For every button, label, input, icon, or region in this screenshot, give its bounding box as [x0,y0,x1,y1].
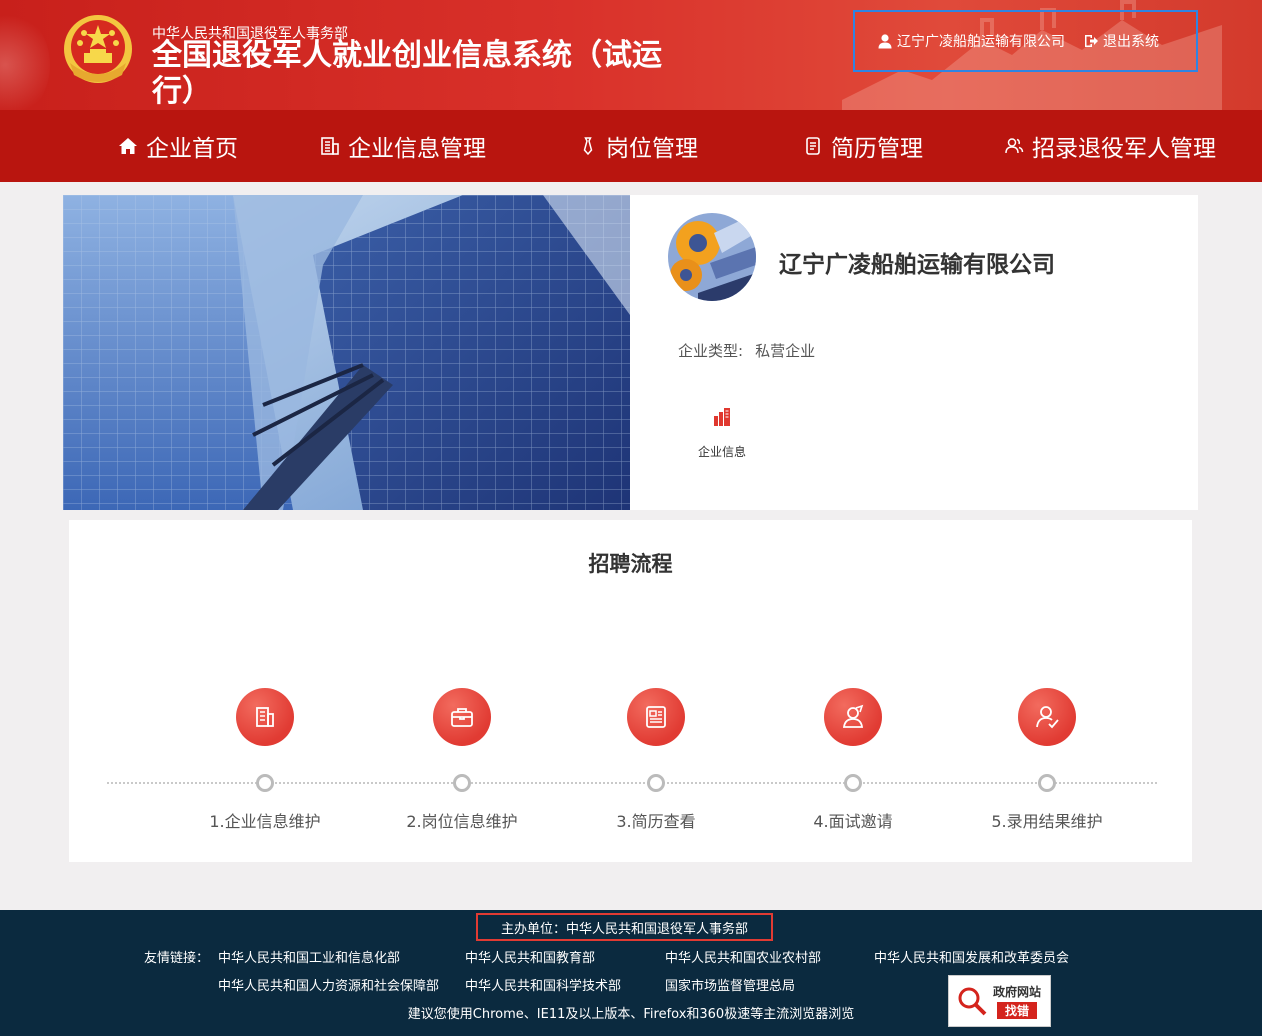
step-label: 1.企业信息维护 [209,812,321,831]
step-4-button[interactable] [824,688,882,746]
nav-home[interactable]: 企业首页 [118,110,238,182]
company-card: 辽宁广凌船舶运输有限公司 企业类型: 私营企业 企业信息 [630,195,1198,510]
national-emblem-icon [64,15,132,83]
users-icon [1005,138,1024,154]
document-icon [806,137,820,155]
nav-recruit-veterans[interactable]: 招录退役军人管理 [1004,110,1216,182]
process-step: 4.面试邀请 [778,688,928,832]
footer: 主办单位：中华人民共和国退役军人事务部 友情链接： 中华人民共和国工业和信息化部… [0,910,1262,1036]
logout-label: 退出系统 [1103,34,1159,50]
main-nav: 企业首页 企业信息管理 岗位管理 简历管理 招录退役军人管理 [0,110,1262,182]
process-title: 招聘流程 [588,552,673,576]
logout-button[interactable]: 退出系统 [1083,31,1159,51]
browser-note: 建议您使用Chrome、IE11及以上版本、Firefox和360极速等主流浏览… [407,1007,855,1022]
process-step: 3.简历查看 [581,688,731,832]
step-label: 3.简历查看 [616,812,696,831]
step-label: 5.录用结果维护 [991,812,1103,831]
nav-jobs[interactable]: 岗位管理 [578,110,698,182]
interview-icon [842,704,864,728]
company-logo [668,213,756,301]
friendly-links-label: 友情链接： [144,951,210,966]
nav-jobs-label: 岗位管理 [606,136,698,162]
nav-recruit-veterans-label: 招录退役军人管理 [1032,136,1216,162]
link-ndrc[interactable]: 中华人民共和国发展和改革委员会 [874,947,1069,966]
error-report-label: 找错 [997,1002,1038,1019]
timeline-node [453,774,471,792]
process-step: 5.录用结果维护 [972,688,1122,832]
building-chart-icon [714,408,730,426]
company-info-link[interactable]: 企业信息 [692,407,752,460]
recruitment-process: 招聘流程 1.企业信息维护 2.岗位信息维护 3.简历查看 4.面试邀请 5.录… [69,520,1192,862]
briefcase-icon [451,708,473,727]
company-info-link-label: 企业信息 [697,445,746,459]
nav-company-info-label: 企业信息管理 [348,136,486,162]
user-check-icon [1036,706,1059,729]
home-icon [119,138,137,154]
header: 中华人民共和国退役军人事务部 全国退役军人就业创业信息系统（试运行） 辽宁广凌船… [0,0,1262,182]
magnifier-icon [958,987,987,1016]
link-most[interactable]: 中华人民共和国科学技术部 [465,975,621,994]
nav-company-info[interactable]: 企业信息管理 [320,110,486,182]
building-icon [256,707,274,727]
sponsor-info: 主办单位：中华人民共和国退役军人事务部 [476,913,773,941]
process-step: 1.企业信息维护 [190,688,340,832]
tie-icon [583,137,593,156]
link-samr[interactable]: 国家市场监督管理总局 [665,975,795,994]
company-type-label: 企业类型: [678,342,744,360]
current-user[interactable]: 辽宁广凌船舶运输有限公司 [877,31,1065,51]
timeline-node [647,774,665,792]
company-type-value: 私营企业 [755,342,816,360]
current-user-name: 辽宁广凌船舶运输有限公司 [897,34,1065,50]
timeline-node [256,774,274,792]
site-title: 全国退役军人就业创业信息系统（试运行） [152,38,662,109]
step-5-button[interactable] [1018,688,1076,746]
step-1-button[interactable] [236,688,294,746]
company-type: 企业类型: 私营企业 [678,340,815,361]
logout-icon [1085,35,1098,47]
user-area: 辽宁广凌船舶运输有限公司 退出系统 [853,10,1198,72]
step-3-button[interactable] [627,688,685,746]
banner-buildings-image [63,195,630,510]
timeline-node [844,774,862,792]
header-decoration [0,10,50,120]
link-moe[interactable]: 中华人民共和国教育部 [465,947,595,966]
process-step: 2.岗位信息维护 [387,688,537,832]
user-icon [878,34,892,49]
timeline-node [1038,774,1056,792]
step-label: 2.岗位信息维护 [406,812,518,831]
step-label: 4.面试邀请 [813,812,893,831]
resume-icon [646,706,666,728]
link-mohrss[interactable]: 中华人民共和国人力资源和社会保障部 [218,975,439,994]
link-moa[interactable]: 中华人民共和国农业农村部 [665,947,821,966]
gov-site-error-report-button[interactable]: 政府网站 找错 [948,975,1051,1027]
link-miit[interactable]: 中华人民共和国工业和信息化部 [218,947,400,966]
gov-site-label: 政府网站 [993,985,1042,999]
building-icon [321,137,339,155]
nav-resumes-label: 简历管理 [831,136,923,162]
nav-resumes[interactable]: 简历管理 [803,110,923,182]
nav-home-label: 企业首页 [146,136,238,162]
step-2-button[interactable] [433,688,491,746]
company-name: 辽宁广凌船舶运输有限公司 [779,252,1055,278]
